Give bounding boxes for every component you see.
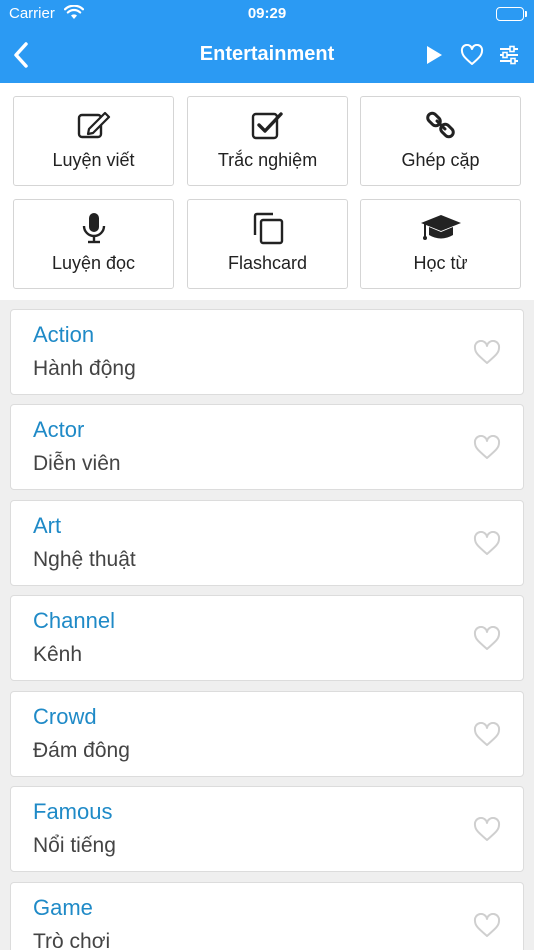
heart-outline-icon[interactable]: [473, 913, 501, 939]
link-icon: [361, 109, 520, 141]
word-translation: Diễn viên: [33, 452, 121, 475]
graduation-cap-icon: [361, 212, 520, 244]
sliders-icon: [500, 45, 518, 65]
matching-button[interactable]: Ghép cặp: [360, 96, 521, 186]
heart-outline-icon[interactable]: [473, 435, 501, 461]
word-item[interactable]: Art Nghệ thuật: [10, 500, 524, 586]
play-icon: [427, 46, 442, 64]
word-item[interactable]: Channel Kênh: [10, 595, 524, 681]
word-english: Art: [33, 513, 62, 538]
reading-practice-label: Luyện đọc: [51, 253, 136, 273]
word-item[interactable]: Famous Nổi tiếng: [10, 786, 524, 872]
quiz-label: Trắc nghiệm: [217, 150, 318, 170]
settings-button[interactable]: [494, 40, 524, 70]
word-list[interactable]: Action Hành động Actor Diễn viên Art Ngh…: [0, 300, 534, 950]
play-button[interactable]: [419, 40, 449, 70]
quiz-button[interactable]: Trắc nghiệm: [187, 96, 348, 186]
word-translation: Đám đông: [33, 739, 130, 762]
word-translation: Nổi tiếng: [33, 834, 116, 857]
edit-icon: [14, 109, 173, 141]
learn-words-button[interactable]: Học từ: [360, 199, 521, 289]
word-english: Channel: [33, 608, 115, 633]
word-item[interactable]: Game Trò chơi: [10, 882, 524, 950]
word-item[interactable]: Crowd Đám đông: [10, 691, 524, 777]
word-english: Action: [33, 322, 95, 347]
copy-icon: [188, 212, 347, 245]
flashcard-button[interactable]: Flashcard: [187, 199, 348, 289]
practice-modes: Luyện viết Trắc nghiệm Ghép cặp Luyện đọ…: [0, 83, 534, 300]
checkbox-icon: [188, 109, 347, 141]
flashcard-label: Flashcard: [227, 253, 308, 273]
clock: 09:29: [247, 5, 287, 22]
word-english: Crowd: [33, 704, 97, 729]
navigation-bar: Entertainment: [0, 30, 534, 83]
reading-practice-button[interactable]: Luyện đọc: [13, 199, 174, 289]
word-translation: Nghệ thuật: [33, 548, 136, 571]
heart-outline-icon[interactable]: [473, 722, 501, 748]
writing-practice-button[interactable]: Luyện viết: [13, 96, 174, 186]
top-bar: Carrier 09:29 Entertainment: [0, 0, 534, 83]
word-translation: Trò chơi: [33, 930, 111, 950]
word-english: Game: [33, 895, 93, 920]
learn-words-label: Học từ: [413, 253, 468, 273]
heart-outline-icon[interactable]: [473, 626, 501, 652]
favorites-button[interactable]: [457, 40, 487, 70]
matching-label: Ghép cặp: [401, 150, 480, 170]
word-item[interactable]: Action Hành động: [10, 309, 524, 395]
word-english: Actor: [33, 417, 85, 442]
writing-practice-label: Luyện viết: [52, 150, 135, 170]
heart-outline-icon[interactable]: [473, 340, 501, 366]
word-item[interactable]: Actor Diễn viên: [10, 404, 524, 490]
word-english: Famous: [33, 799, 113, 824]
battery-icon: [496, 7, 527, 21]
status-bar: Carrier 09:29: [0, 0, 534, 30]
word-translation: Hành động: [33, 357, 136, 380]
word-translation: Kênh: [33, 643, 83, 666]
heart-outline-icon[interactable]: [473, 531, 501, 557]
microphone-icon: [14, 212, 173, 244]
page-title: Entertainment: [199, 43, 335, 65]
heart-outline-icon: [460, 44, 484, 65]
heart-outline-icon[interactable]: [473, 817, 501, 843]
